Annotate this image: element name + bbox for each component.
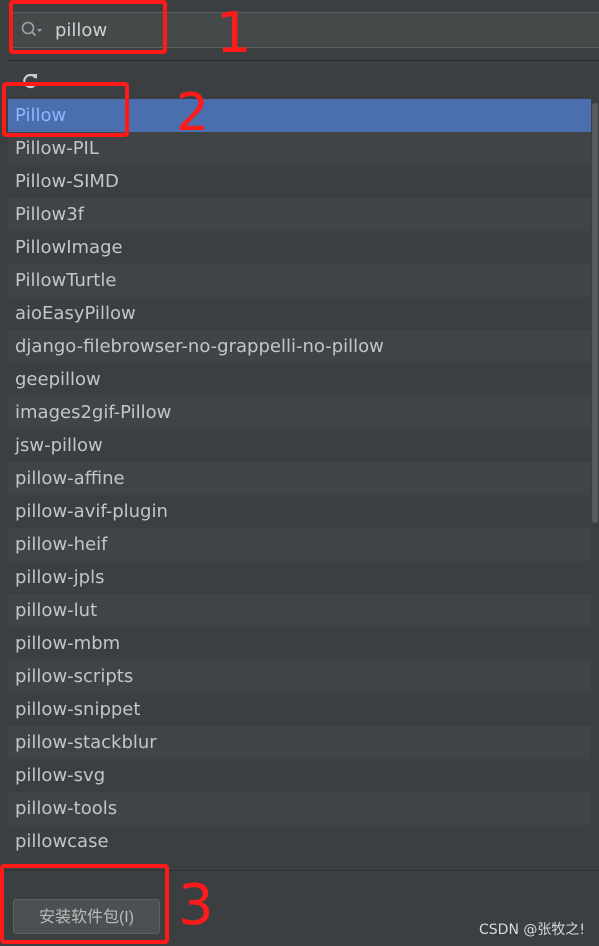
package-list-item[interactable]: pillow-scripts xyxy=(8,660,599,693)
search-field[interactable] xyxy=(10,12,599,48)
package-list-item[interactable]: Pillow-PIL xyxy=(8,132,599,165)
package-list-item[interactable]: Pillow-SIMD xyxy=(8,165,599,198)
package-list-item[interactable]: pillow-stackblur xyxy=(8,726,599,759)
package-list-item[interactable]: pillow-tools xyxy=(8,792,599,825)
install-package-button[interactable]: 安装软件包(I) xyxy=(13,899,160,934)
package-list-item[interactable]: pillow-mbm xyxy=(8,627,599,660)
scrollbar-thumb[interactable] xyxy=(592,103,598,523)
package-list-item[interactable]: jsw-pillow xyxy=(8,429,599,462)
footer-bar: 安装软件包(I) CSDN @张牧之! xyxy=(0,870,599,946)
search-bar xyxy=(0,0,599,60)
search-icon[interactable] xyxy=(21,21,43,39)
refresh-icon[interactable] xyxy=(20,71,40,91)
list-toolbar xyxy=(8,61,599,99)
package-list-item[interactable]: aioEasyPillow xyxy=(8,297,599,330)
package-list-item[interactable]: images2gif-Pillow xyxy=(8,396,599,429)
package-list-item[interactable]: pillow-svg xyxy=(8,759,599,792)
package-list-item[interactable]: pillow-heif xyxy=(8,528,599,561)
package-list-item[interactable]: pillow-avif-plugin xyxy=(8,495,599,528)
package-list-item[interactable]: django-filebrowser-no-grappelli-no-pillo… xyxy=(8,330,599,363)
package-list-item[interactable]: pillow-jpls xyxy=(8,561,599,594)
package-list-item[interactable]: geepillow xyxy=(8,363,599,396)
package-list-item[interactable]: pillow-affine xyxy=(8,462,599,495)
package-list-item[interactable]: Pillow3f xyxy=(8,198,599,231)
search-input[interactable] xyxy=(55,13,575,47)
package-list-item[interactable]: pillow-lut xyxy=(8,594,599,627)
package-list-item[interactable]: pillowcase xyxy=(8,825,599,858)
package-list-item[interactable]: pillow-snippet xyxy=(8,693,599,726)
package-list-item[interactable]: Pillow xyxy=(8,99,599,132)
package-list-item[interactable]: PillowTurtle xyxy=(8,264,599,297)
scrollbar[interactable] xyxy=(591,99,599,869)
package-list-panel: Pillow Pillow-PIL Pillow-SIMD Pillow3f Pillo… xyxy=(8,60,599,870)
package-list: Pillow Pillow-PIL Pillow-SIMD Pillow3f Pillo… xyxy=(8,99,599,858)
package-list-item[interactable]: PillowImage xyxy=(8,231,599,264)
watermark: CSDN @张牧之! xyxy=(479,922,585,938)
